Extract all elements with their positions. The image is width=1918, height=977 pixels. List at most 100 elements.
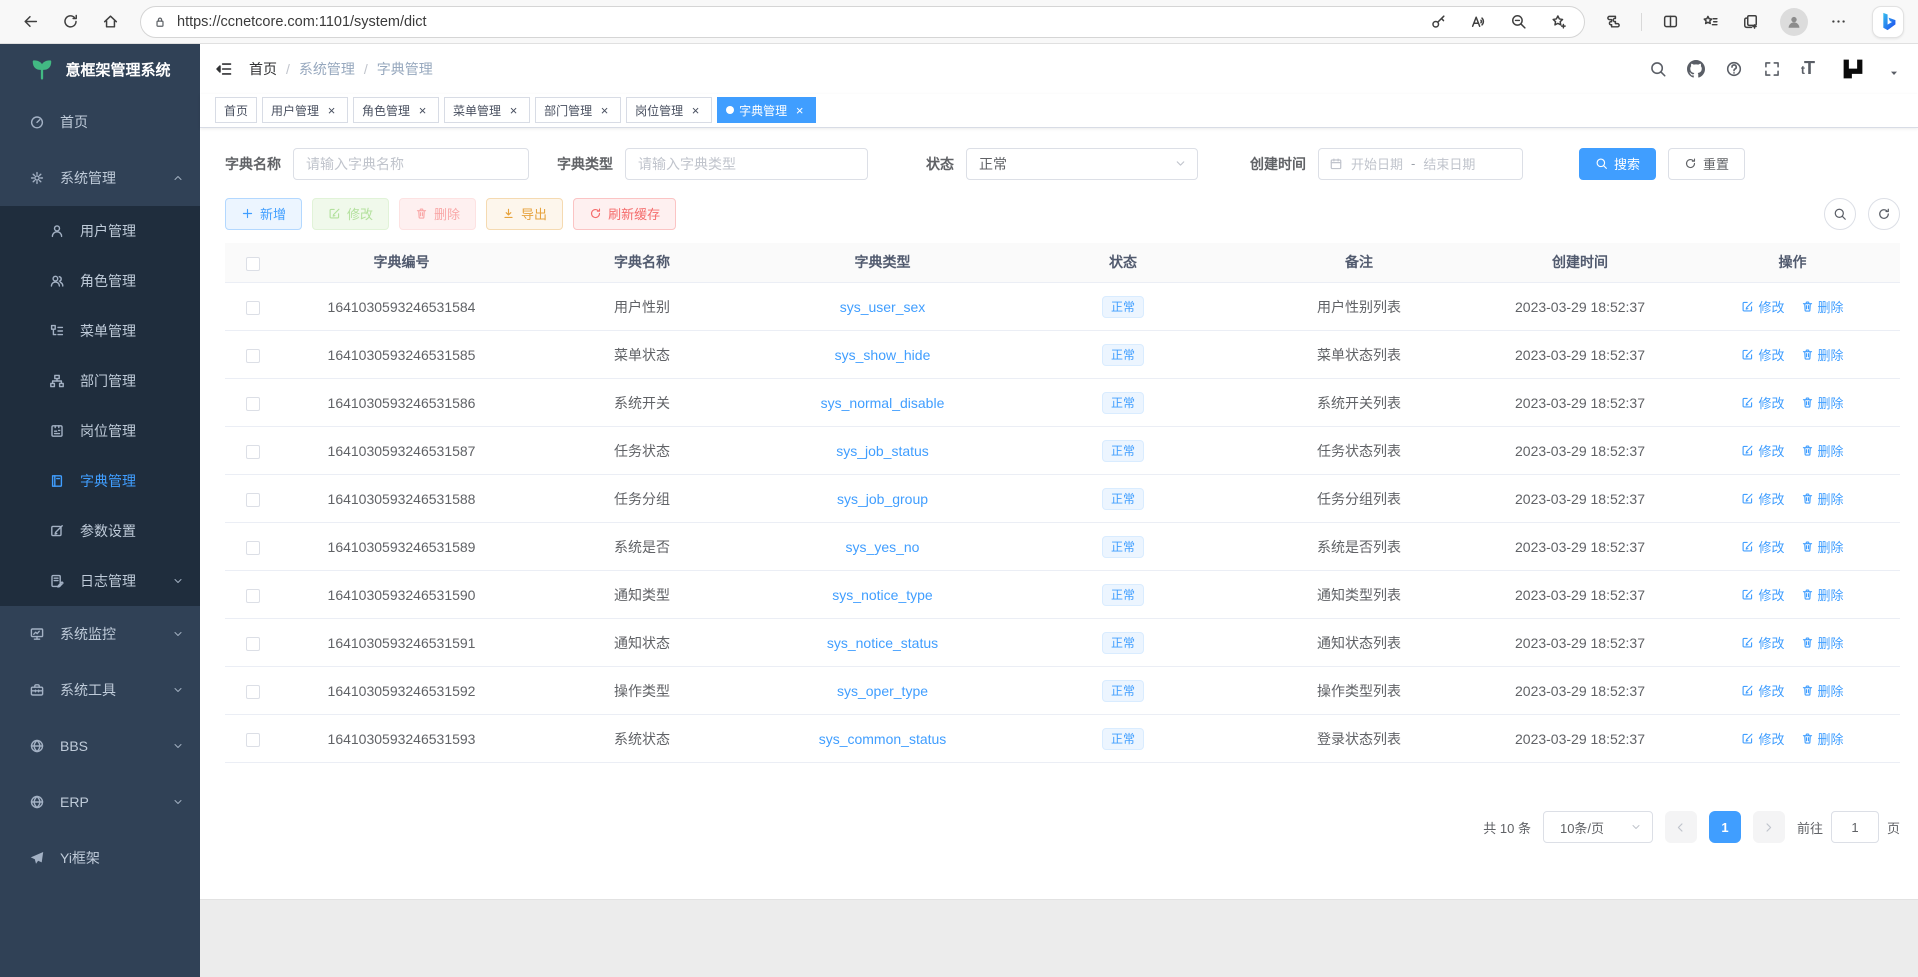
refresh-table-button[interactable] (1868, 198, 1900, 230)
reload-icon[interactable] (54, 6, 86, 38)
dict-name-input[interactable] (293, 148, 529, 180)
page-goto-input[interactable] (1831, 811, 1879, 843)
next-page-button[interactable] (1753, 811, 1785, 843)
delete-button[interactable]: 删除 (399, 198, 476, 230)
row-edit-button[interactable]: 修改 (1741, 633, 1784, 652)
tab-close-icon[interactable] (506, 103, 521, 118)
sidebar-item[interactable]: ERP (0, 774, 200, 830)
row-checkbox[interactable] (246, 733, 260, 747)
dict-type-link[interactable]: sys_notice_type (832, 587, 932, 603)
collections-icon[interactable] (1734, 6, 1766, 38)
row-checkbox[interactable] (246, 685, 260, 699)
row-delete-button[interactable]: 删除 (1801, 633, 1844, 652)
question-icon[interactable] (1725, 60, 1743, 78)
row-edit-button[interactable]: 修改 (1741, 585, 1784, 604)
row-checkbox[interactable] (246, 301, 260, 315)
tab-close-icon[interactable] (324, 103, 339, 118)
sidebar-item[interactable]: 参数设置 (0, 506, 200, 556)
tab-close-icon[interactable] (597, 103, 612, 118)
row-edit-button[interactable]: 修改 (1741, 537, 1784, 556)
tab[interactable]: 字典管理 (717, 97, 816, 123)
sidebar-item[interactable]: 岗位管理 (0, 406, 200, 456)
row-delete-button[interactable]: 删除 (1801, 345, 1844, 364)
edit-button[interactable]: 修改 (312, 198, 389, 230)
row-delete-button[interactable]: 删除 (1801, 729, 1844, 748)
select-all-checkbox[interactable] (246, 257, 260, 271)
tab[interactable]: 首页 (215, 97, 257, 123)
sidebar-item[interactable]: 用户管理 (0, 206, 200, 256)
row-delete-button[interactable]: 删除 (1801, 441, 1844, 460)
zoom-out-icon[interactable] (1502, 6, 1534, 38)
search-button[interactable]: 搜索 (1579, 148, 1656, 180)
reset-button[interactable]: 重置 (1668, 148, 1745, 180)
sidebar-item[interactable]: BBS (0, 718, 200, 774)
sidebar-item[interactable]: 部门管理 (0, 356, 200, 406)
copilot-button[interactable] (1872, 6, 1904, 38)
tab[interactable]: 角色管理 (353, 97, 439, 123)
sidebar-item[interactable]: 首页 (0, 94, 200, 150)
user-avatar-logo[interactable] (1838, 54, 1868, 84)
row-checkbox[interactable] (246, 397, 260, 411)
row-edit-button[interactable]: 修改 (1741, 297, 1784, 316)
row-delete-button[interactable]: 删除 (1801, 393, 1844, 412)
text-size-icon[interactable]: tT (1801, 58, 1814, 79)
row-delete-button[interactable]: 删除 (1801, 537, 1844, 556)
dict-type-link[interactable]: sys_common_status (819, 731, 947, 747)
dict-type-input[interactable] (625, 148, 868, 180)
read-aloud-icon[interactable] (1462, 6, 1494, 38)
tab-close-icon[interactable] (792, 103, 807, 118)
extensions-icon[interactable] (1597, 6, 1629, 38)
tab-close-icon[interactable] (688, 103, 703, 118)
row-checkbox[interactable] (246, 493, 260, 507)
star-plus-icon[interactable] (1542, 6, 1574, 38)
favorites-bar-icon[interactable] (1694, 6, 1726, 38)
github-icon[interactable] (1687, 60, 1705, 78)
sidebar-item[interactable]: 系统工具 (0, 662, 200, 718)
dict-type-link[interactable]: sys_yes_no (846, 539, 920, 555)
row-edit-button[interactable]: 修改 (1741, 729, 1784, 748)
sidebar-item[interactable]: Yi框架 (0, 830, 200, 886)
tab[interactable]: 岗位管理 (626, 97, 712, 123)
dict-type-link[interactable]: sys_user_sex (840, 299, 926, 315)
sidebar-item[interactable]: 系统监控 (0, 606, 200, 662)
tab-close-icon[interactable] (415, 103, 430, 118)
page-size-select[interactable]: 10条/页 (1543, 811, 1653, 843)
row-delete-button[interactable]: 删除 (1801, 681, 1844, 700)
row-checkbox[interactable] (246, 589, 260, 603)
toggle-search-button[interactable] (1824, 198, 1856, 230)
row-checkbox[interactable] (246, 349, 260, 363)
search-icon[interactable] (1649, 60, 1667, 78)
back-icon[interactable] (14, 6, 46, 38)
sidebar-fold-icon[interactable] (215, 60, 233, 78)
tab[interactable]: 部门管理 (535, 97, 621, 123)
row-edit-button[interactable]: 修改 (1741, 441, 1784, 460)
sidebar-item[interactable]: 字典管理 (0, 456, 200, 506)
row-edit-button[interactable]: 修改 (1741, 393, 1784, 412)
split-screen-icon[interactable] (1654, 6, 1686, 38)
address-bar[interactable]: https://ccnetcore.com:1101/system/dict (140, 6, 1585, 38)
page-number-active[interactable]: 1 (1709, 811, 1741, 843)
dict-type-link[interactable]: sys_show_hide (835, 347, 931, 363)
dict-type-link[interactable]: sys_oper_type (837, 683, 928, 699)
fullscreen-icon[interactable] (1763, 60, 1781, 78)
sidebar-item[interactable]: 日志管理 (0, 556, 200, 606)
row-checkbox[interactable] (246, 637, 260, 651)
dict-type-link[interactable]: sys_normal_disable (821, 395, 945, 411)
key-icon[interactable] (1422, 6, 1454, 38)
tab[interactable]: 用户管理 (262, 97, 348, 123)
home-icon[interactable] (94, 6, 126, 38)
profile-avatar[interactable] (1780, 8, 1808, 36)
row-checkbox[interactable] (246, 541, 260, 555)
row-delete-button[interactable]: 删除 (1801, 297, 1844, 316)
dict-type-link[interactable]: sys_job_status (836, 443, 929, 459)
more-menu-icon[interactable] (1822, 6, 1854, 38)
date-range-picker[interactable]: 开始日期 - 结束日期 (1318, 148, 1523, 180)
tab[interactable]: 菜单管理 (444, 97, 530, 123)
row-edit-button[interactable]: 修改 (1741, 489, 1784, 508)
row-edit-button[interactable]: 修改 (1741, 345, 1784, 364)
url-text[interactable]: https://ccnetcore.com:1101/system/dict (177, 14, 1422, 30)
add-button[interactable]: 新增 (225, 198, 302, 230)
refresh-cache-button[interactable]: 刷新缓存 (573, 198, 676, 230)
export-button[interactable]: 导出 (486, 198, 563, 230)
row-delete-button[interactable]: 删除 (1801, 489, 1844, 508)
